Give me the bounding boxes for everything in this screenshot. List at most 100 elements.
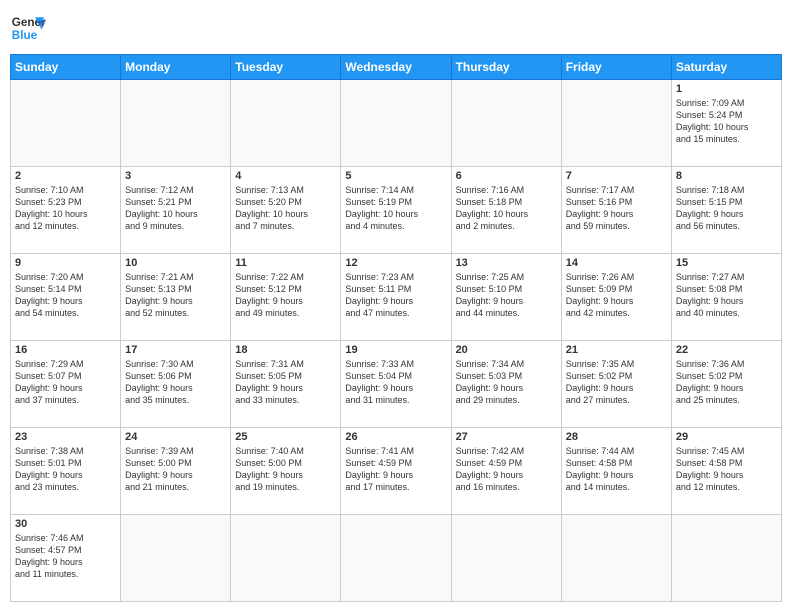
day-cell (231, 80, 341, 167)
day-cell: 7 Sunrise: 7:17 AM Sunset: 5:16 PM Daylig… (561, 167, 671, 254)
day-number: 29 (676, 431, 777, 443)
day-cell: 10Sunrise: 7:21 AM Sunset: 5:13 PM Dayli… (121, 254, 231, 341)
weekday-monday: Monday (121, 55, 231, 80)
day-info: Sunrise: 7:14 AM Sunset: 5:19 PM Dayligh… (345, 184, 446, 233)
day-cell: 14Sunrise: 7:26 AM Sunset: 5:09 PM Dayli… (561, 254, 671, 341)
day-number: 27 (456, 431, 557, 443)
day-info: Sunrise: 7:25 AM Sunset: 5:10 PM Dayligh… (456, 271, 557, 320)
day-cell: 13 Sunrise: 7:25 AM Sunset: 5:10 PM Dayli… (451, 254, 561, 341)
day-cell (451, 80, 561, 167)
day-info: Sunrise: 7:30 AM Sunset: 5:06 PM Dayligh… (125, 358, 226, 407)
day-number: 4 (235, 170, 336, 182)
weekday-wednesday: Wednesday (341, 55, 451, 80)
day-number: 20 (456, 344, 557, 356)
day-cell: 15Sunrise: 7:27 AM Sunset: 5:08 PM Dayli… (671, 254, 781, 341)
day-number: 13 (456, 257, 557, 269)
day-info: Sunrise: 7:20 AM Sunset: 5:14 PM Dayligh… (15, 271, 116, 320)
day-number: 14 (566, 257, 667, 269)
day-number: 19 (345, 344, 446, 356)
day-cell (341, 80, 451, 167)
day-info: Sunrise: 7:18 AM Sunset: 5:15 PM Dayligh… (676, 184, 777, 233)
day-info: Sunrise: 7:39 AM Sunset: 5:00 PM Dayligh… (125, 445, 226, 494)
day-info: Sunrise: 7:33 AM Sunset: 5:04 PM Dayligh… (345, 358, 446, 407)
day-cell (561, 80, 671, 167)
week-row-2: 2 Sunrise: 7:10 AM Sunset: 5:23 PM Daylig… (11, 167, 782, 254)
day-info: Sunrise: 7:44 AM Sunset: 4:58 PM Dayligh… (566, 445, 667, 494)
day-cell (121, 515, 231, 602)
day-cell (561, 515, 671, 602)
day-number: 9 (15, 257, 116, 269)
day-info: Sunrise: 7:21 AM Sunset: 5:13 PM Dayligh… (125, 271, 226, 320)
day-info: Sunrise: 7:40 AM Sunset: 5:00 PM Dayligh… (235, 445, 336, 494)
day-number: 2 (15, 170, 116, 182)
day-info: Sunrise: 7:38 AM Sunset: 5:01 PM Dayligh… (15, 445, 116, 494)
calendar-table: SundayMondayTuesdayWednesdayThursdayFrid… (10, 54, 782, 602)
day-cell: 19 Sunrise: 7:33 AM Sunset: 5:04 PM Dayli… (341, 341, 451, 428)
day-cell: 20 Sunrise: 7:34 AM Sunset: 5:03 PM Dayli… (451, 341, 561, 428)
day-info: Sunrise: 7:17 AM Sunset: 5:16 PM Dayligh… (566, 184, 667, 233)
header: General Blue (10, 10, 782, 46)
day-number: 30 (15, 518, 116, 530)
day-info: Sunrise: 7:46 AM Sunset: 4:57 PM Dayligh… (15, 532, 116, 581)
day-cell: 29 Sunrise: 7:45 AM Sunset: 4:58 PM Dayli… (671, 428, 781, 515)
weekday-friday: Friday (561, 55, 671, 80)
week-row-4: 16Sunrise: 7:29 AM Sunset: 5:07 PM Dayli… (11, 341, 782, 428)
day-info: Sunrise: 7:12 AM Sunset: 5:21 PM Dayligh… (125, 184, 226, 233)
day-cell (231, 515, 341, 602)
logo-icon: General Blue (10, 10, 46, 46)
day-cell (121, 80, 231, 167)
day-number: 25 (235, 431, 336, 443)
day-info: Sunrise: 7:09 AM Sunset: 5:24 PM Dayligh… (676, 97, 777, 146)
day-cell: 17 Sunrise: 7:30 AM Sunset: 5:06 PM Dayli… (121, 341, 231, 428)
day-number: 6 (456, 170, 557, 182)
weekday-thursday: Thursday (451, 55, 561, 80)
week-row-1: 1 Sunrise: 7:09 AM Sunset: 5:24 PM Daylig… (11, 80, 782, 167)
day-cell (11, 80, 121, 167)
day-info: Sunrise: 7:13 AM Sunset: 5:20 PM Dayligh… (235, 184, 336, 233)
day-cell: 27Sunrise: 7:42 AM Sunset: 4:59 PM Dayli… (451, 428, 561, 515)
day-info: Sunrise: 7:16 AM Sunset: 5:18 PM Dayligh… (456, 184, 557, 233)
day-cell: 23 Sunrise: 7:38 AM Sunset: 5:01 PM Dayli… (11, 428, 121, 515)
weekday-saturday: Saturday (671, 55, 781, 80)
day-number: 17 (125, 344, 226, 356)
week-row-6: 30 Sunrise: 7:46 AM Sunset: 4:57 PM Dayli… (11, 515, 782, 602)
day-number: 16 (15, 344, 116, 356)
day-number: 22 (676, 344, 777, 356)
day-number: 18 (235, 344, 336, 356)
day-number: 7 (566, 170, 667, 182)
day-cell: 3Sunrise: 7:12 AM Sunset: 5:21 PM Daylig… (121, 167, 231, 254)
day-number: 28 (566, 431, 667, 443)
day-info: Sunrise: 7:10 AM Sunset: 5:23 PM Dayligh… (15, 184, 116, 233)
day-cell: 11Sunrise: 7:22 AM Sunset: 5:12 PM Dayli… (231, 254, 341, 341)
day-cell: 21Sunrise: 7:35 AM Sunset: 5:02 PM Dayli… (561, 341, 671, 428)
day-info: Sunrise: 7:45 AM Sunset: 4:58 PM Dayligh… (676, 445, 777, 494)
day-cell: 22 Sunrise: 7:36 AM Sunset: 5:02 PM Dayli… (671, 341, 781, 428)
day-cell: 9 Sunrise: 7:20 AM Sunset: 5:14 PM Daylig… (11, 254, 121, 341)
day-number: 21 (566, 344, 667, 356)
day-cell: 12Sunrise: 7:23 AM Sunset: 5:11 PM Dayli… (341, 254, 451, 341)
day-cell: 4 Sunrise: 7:13 AM Sunset: 5:20 PM Daylig… (231, 167, 341, 254)
svg-text:Blue: Blue (12, 29, 38, 42)
day-cell: 6 Sunrise: 7:16 AM Sunset: 5:18 PM Daylig… (451, 167, 561, 254)
logo: General Blue (10, 10, 46, 46)
day-cell: 5Sunrise: 7:14 AM Sunset: 5:19 PM Daylig… (341, 167, 451, 254)
day-number: 1 (676, 83, 777, 95)
day-number: 26 (345, 431, 446, 443)
day-info: Sunrise: 7:27 AM Sunset: 5:08 PM Dayligh… (676, 271, 777, 320)
day-info: Sunrise: 7:36 AM Sunset: 5:02 PM Dayligh… (676, 358, 777, 407)
weekday-sunday: Sunday (11, 55, 121, 80)
weekday-header-row: SundayMondayTuesdayWednesdayThursdayFrid… (11, 55, 782, 80)
day-number: 8 (676, 170, 777, 182)
day-cell (671, 515, 781, 602)
day-number: 24 (125, 431, 226, 443)
day-cell: 30 Sunrise: 7:46 AM Sunset: 4:57 PM Dayli… (11, 515, 121, 602)
day-info: Sunrise: 7:31 AM Sunset: 5:05 PM Dayligh… (235, 358, 336, 407)
page: General Blue SundayMondayTuesdayWednesda… (0, 0, 792, 612)
day-cell: 1 Sunrise: 7:09 AM Sunset: 5:24 PM Daylig… (671, 80, 781, 167)
day-cell (341, 515, 451, 602)
day-number: 12 (345, 257, 446, 269)
day-cell: 8 Sunrise: 7:18 AM Sunset: 5:15 PM Daylig… (671, 167, 781, 254)
day-info: Sunrise: 7:34 AM Sunset: 5:03 PM Dayligh… (456, 358, 557, 407)
day-number: 23 (15, 431, 116, 443)
day-cell: 16Sunrise: 7:29 AM Sunset: 5:07 PM Dayli… (11, 341, 121, 428)
